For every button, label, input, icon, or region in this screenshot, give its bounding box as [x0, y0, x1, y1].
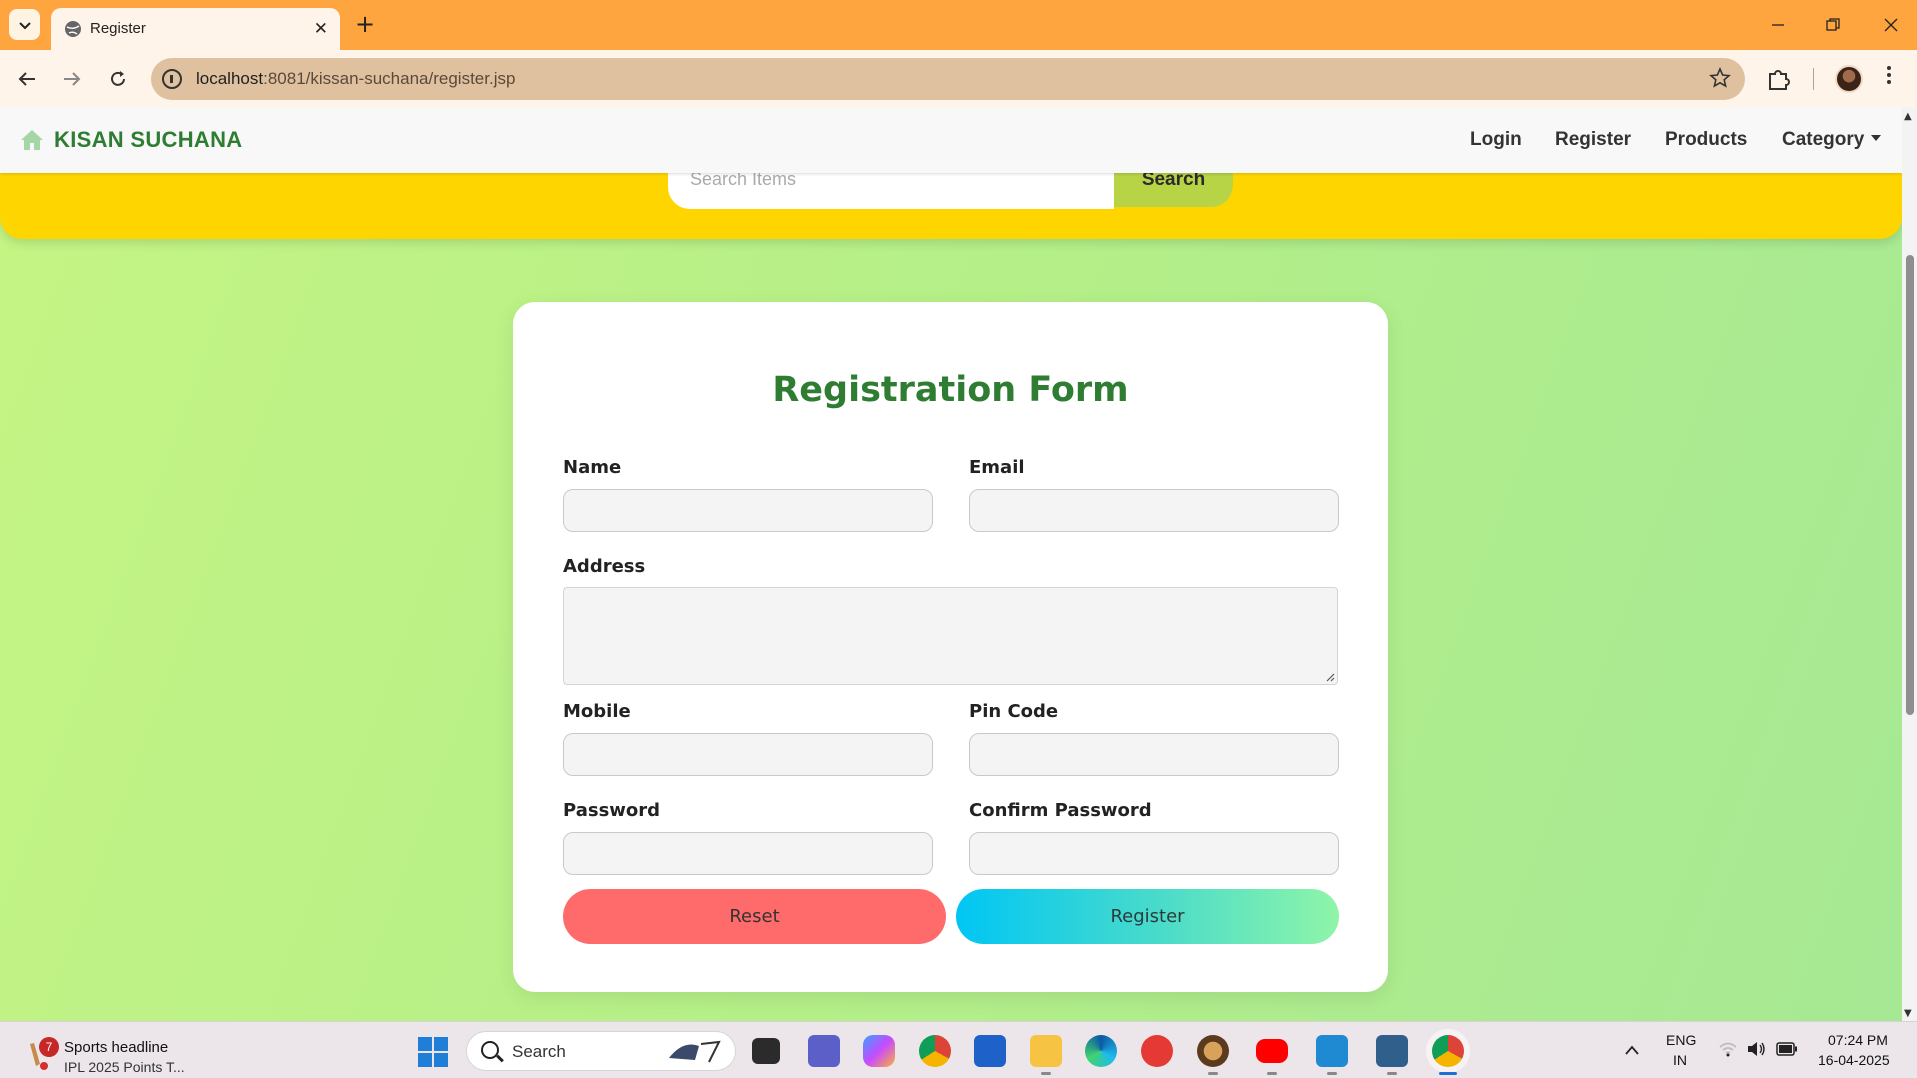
password-input[interactable]: [563, 832, 933, 875]
running-indicator: [1387, 1072, 1397, 1075]
teams-icon[interactable]: [808, 1035, 840, 1067]
page-scrollbar[interactable]: ▲ ▼: [1902, 107, 1917, 1021]
language-region[interactable]: IN: [1673, 1052, 1687, 1068]
bookmark-star-icon[interactable]: [1709, 67, 1731, 89]
site-info-icon[interactable]: [162, 69, 182, 89]
minimize-icon[interactable]: [1763, 10, 1793, 40]
vscode-icon[interactable]: [1316, 1035, 1348, 1067]
reset-button[interactable]: Reset: [563, 889, 946, 944]
scroll-up-arrow-icon[interactable]: ▲: [1904, 111, 1912, 122]
search-highlight-icon: [669, 1040, 721, 1063]
volume-icon[interactable]: [1746, 1040, 1766, 1058]
email-input[interactable]: [969, 489, 1339, 532]
confirm-password-input[interactable]: [969, 832, 1339, 875]
resize-grip-icon[interactable]: [1325, 672, 1335, 682]
brand-name: KISAN SUCHANA: [54, 127, 243, 152]
brand-link[interactable]: KISAN SUCHANA: [20, 127, 242, 153]
running-indicator: [1041, 1072, 1051, 1075]
windows-start-icon[interactable]: [418, 1037, 448, 1067]
file-explorer-icon[interactable]: [1030, 1035, 1062, 1067]
clock-date[interactable]: 16-04-2025: [1818, 1052, 1890, 1068]
nav-category-dropdown[interactable]: Category: [1782, 129, 1882, 151]
globe-icon: [65, 21, 81, 37]
battery-icon[interactable]: [1776, 1042, 1798, 1056]
wifi-icon[interactable]: [1718, 1041, 1738, 1057]
form-title: Registration Form: [772, 370, 1129, 410]
profile-avatar[interactable]: [1835, 65, 1863, 93]
copilot-icon[interactable]: [863, 1035, 895, 1067]
chrome-icon[interactable]: [919, 1035, 951, 1067]
browser-tab-register[interactable]: Register ✕: [51, 8, 340, 50]
register-button[interactable]: Register: [956, 889, 1339, 944]
news-widget[interactable]: 7 Sports headline IPL 2025 Points T...: [22, 1030, 212, 1075]
wps-office-icon[interactable]: [1141, 1035, 1173, 1067]
caret-down-icon: [1871, 134, 1882, 141]
nav-category-label: Category: [1782, 129, 1865, 150]
app-avatar-icon[interactable]: [1197, 1035, 1229, 1067]
nav-products-link[interactable]: Products: [1665, 129, 1747, 151]
chrome-active-icon[interactable]: [1432, 1035, 1464, 1067]
address-textarea[interactable]: [563, 587, 1338, 685]
url-text[interactable]: localhost:8081/kissan-suchana/register.j…: [196, 69, 515, 89]
site-navbar: KISAN SUCHANA Login Register Products Ca…: [0, 107, 1902, 173]
mobile-input[interactable]: [563, 733, 933, 776]
chevron-up-icon[interactable]: [1624, 1044, 1640, 1056]
nav-login-link[interactable]: Login: [1470, 129, 1522, 151]
notification-badge: 7: [39, 1037, 59, 1057]
scrollbar-thumb[interactable]: [1906, 255, 1914, 715]
name-input[interactable]: [563, 489, 933, 532]
news-subtitle: IPL 2025 Points T...: [64, 1059, 185, 1075]
store-icon[interactable]: [974, 1035, 1006, 1067]
language-code[interactable]: ENG: [1666, 1032, 1696, 1048]
reload-icon[interactable]: [103, 64, 133, 94]
news-title: Sports headline: [64, 1039, 169, 1056]
close-tab-icon[interactable]: ✕: [314, 19, 328, 39]
tab-title: Register: [90, 20, 146, 37]
youtube-icon[interactable]: [1256, 1039, 1288, 1063]
tab-search-button[interactable]: [9, 9, 40, 40]
running-indicator: [1327, 1072, 1337, 1075]
restore-icon[interactable]: [1818, 10, 1848, 40]
name-label: Name: [563, 457, 622, 478]
address-bar[interactable]: localhost:8081/kissan-suchana/register.j…: [151, 58, 1745, 100]
page-content: Search Items Search KISAN SUCHANA Login …: [0, 107, 1902, 1021]
windows-taskbar: 7 Sports headline IPL 2025 Points T... S…: [0, 1021, 1917, 1078]
close-window-icon[interactable]: [1876, 10, 1906, 40]
scroll-down-arrow-icon[interactable]: ▼: [1904, 1008, 1912, 1019]
forward-arrow-icon[interactable]: [57, 64, 87, 94]
task-view-icon[interactable]: [752, 1038, 780, 1064]
nav-register-link[interactable]: Register: [1555, 129, 1631, 151]
new-tab-button[interactable]: +: [355, 12, 375, 36]
pincode-label: Pin Code: [969, 701, 1059, 722]
running-indicator: [1208, 1072, 1218, 1075]
browser-tab-strip: Register ✕ +: [0, 0, 1917, 50]
back-arrow-icon[interactable]: [12, 64, 42, 94]
more-menu-icon[interactable]: [1886, 64, 1892, 92]
mobile-label: Mobile: [563, 701, 631, 722]
taskbar-search[interactable]: Search: [466, 1031, 736, 1071]
chevron-down-icon: [18, 21, 31, 29]
eclipse-ide-icon[interactable]: [1376, 1035, 1408, 1067]
running-indicator: [1267, 1072, 1277, 1075]
address-label: Address: [563, 556, 646, 577]
clock-time[interactable]: 07:24 PM: [1828, 1032, 1888, 1048]
active-indicator: [1439, 1072, 1457, 1075]
registration-card: Registration Form Name Email Address Mob…: [513, 302, 1388, 992]
browser-toolbar: localhost:8081/kissan-suchana/register.j…: [0, 50, 1917, 107]
toolbar-divider: [1813, 68, 1814, 90]
email-label: Email: [969, 457, 1025, 478]
extensions-puzzle-icon[interactable]: [1766, 66, 1792, 92]
home-icon: [21, 130, 43, 150]
edge-icon[interactable]: [1085, 1035, 1117, 1067]
confirm-password-label: Confirm Password: [969, 800, 1152, 821]
taskbar-search-text: Search: [512, 1042, 566, 1061]
password-label: Password: [563, 800, 661, 821]
pincode-input[interactable]: [969, 733, 1339, 776]
search-icon: [481, 1041, 499, 1059]
